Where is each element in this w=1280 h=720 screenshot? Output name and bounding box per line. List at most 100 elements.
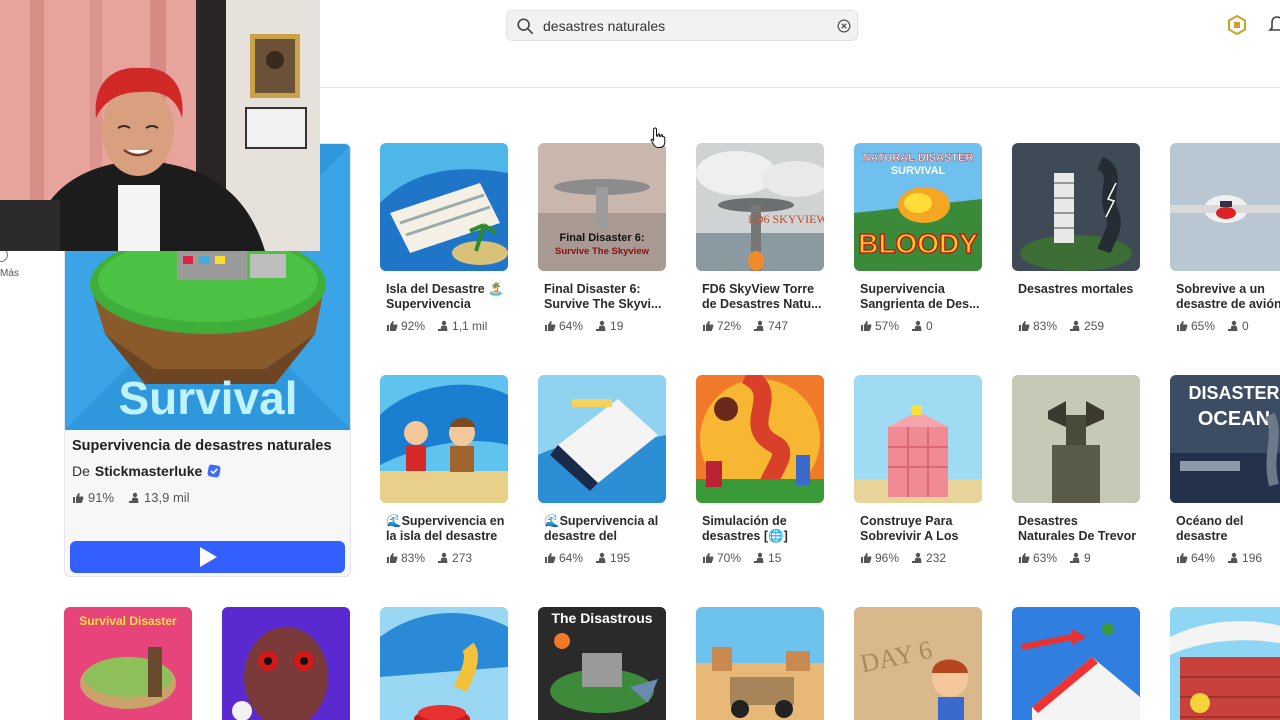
game-card[interactable] — [696, 607, 824, 720]
game-card[interactable] — [1012, 607, 1140, 720]
players-icon — [129, 492, 139, 503]
game-stats: 63% 9 — [1018, 551, 1091, 565]
game-thumbnail[interactable] — [1012, 143, 1140, 271]
game-players: 15 — [768, 551, 782, 565]
game-title[interactable]: Sobrevive a un desastre de avión — [1176, 282, 1280, 312]
game-rating: 64% — [1191, 551, 1216, 565]
game-card[interactable]: Final Disaster 6: Survive The Skyview Fin… — [538, 143, 666, 343]
game-stats: 83% 259 — [1018, 319, 1104, 333]
players-icon — [596, 552, 606, 563]
game-title[interactable]: Desastres Naturales De Trevor — [1018, 514, 1138, 544]
game-players: 232 — [926, 551, 947, 565]
game-title[interactable]: Simulación de desastres [🌐] — [702, 514, 822, 544]
game-thumbnail[interactable] — [1170, 143, 1280, 271]
bell-icon[interactable] — [1268, 15, 1280, 35]
game-thumbnail[interactable] — [696, 607, 824, 720]
game-card[interactable] — [380, 607, 508, 720]
game-card[interactable]: NATURAL DISASTER SURVIVAL BLOODY Supervive… — [854, 143, 982, 343]
game-rating: 83% — [401, 551, 426, 565]
game-players: 1,1 mil — [452, 319, 488, 333]
thumbnail-text: Survival Disaster — [79, 614, 177, 628]
play-icon — [199, 547, 217, 567]
thumbs-up-icon — [545, 321, 556, 331]
game-title[interactable]: Isla del Desastre 🏝️ Supervivencia — [386, 282, 506, 312]
thumbnail-text: Final Disaster 6: — [560, 232, 645, 244]
thumbnail-text: NATURAL DISASTER — [863, 152, 974, 164]
players-icon — [912, 552, 922, 563]
game-card[interactable]: Desastres mortales 83% 259 — [1012, 143, 1140, 343]
game-thumbnail[interactable] — [1012, 607, 1140, 720]
clear-icon[interactable] — [835, 17, 853, 35]
game-thumbnail[interactable]: DAY 6 — [854, 607, 982, 720]
search-input[interactable] — [543, 17, 823, 34]
thumbs-up-icon — [1177, 321, 1188, 331]
game-thumbnail[interactable] — [380, 607, 508, 720]
thumbnail-text: FD6 SKYVIEW — [748, 212, 824, 226]
game-thumbnail[interactable] — [854, 375, 982, 503]
game-card[interactable]: DISASTER OCEAN Océano del desastre 64% 19… — [1170, 375, 1280, 575]
search-bar[interactable] — [506, 10, 858, 41]
game-thumbnail[interactable]: NATURAL DISASTER SURVIVAL BLOODY — [854, 143, 982, 271]
game-title[interactable]: 🌊Supervivencia al desastre del tsuna... — [544, 514, 664, 544]
game-card[interactable]: FD6 SKYVIEW FD6 SkyView Torre de Desastr… — [696, 143, 824, 343]
game-thumbnail[interactable] — [380, 375, 508, 503]
game-stats: 92% 1,1 mil — [386, 319, 487, 333]
game-card[interactable]: Survival Disaster — [64, 607, 192, 720]
thumbnail-text: SURVIVAL — [891, 165, 946, 177]
game-title[interactable]: FD6 SkyView Torre de Desastres Natu... — [702, 282, 822, 312]
thumbnail-text: The Disastrous — [551, 610, 652, 626]
game-card[interactable]: The Disastrous — [538, 607, 666, 720]
game-title[interactable]: Construye Para Sobrevivir A Los D... — [860, 514, 980, 544]
featured-stats: 91% 13,9 mil — [72, 490, 190, 505]
thumbnail-text: DISASTER — [1188, 383, 1279, 403]
game-card[interactable]: Simulación de desastres [🌐] 70% 15 — [696, 375, 824, 575]
game-thumbnail[interactable] — [380, 143, 508, 271]
game-thumbnail[interactable] — [1012, 375, 1140, 503]
sidebar-item-more[interactable]: Más — [0, 268, 19, 279]
thumbs-up-icon — [545, 553, 556, 563]
thumbs-up-icon — [1019, 553, 1030, 563]
webcam-overlay — [0, 0, 320, 251]
game-title[interactable]: Supervivencia Sangrienta de Des... — [860, 282, 980, 312]
thumbnail-text: BLOODY — [858, 228, 978, 259]
game-thumbnail[interactable] — [1170, 607, 1280, 720]
game-players: 259 — [1084, 319, 1105, 333]
game-card[interactable]: DAY 6 — [854, 607, 982, 720]
game-card[interactable]: 🌊Supervivencia al desastre del tsuna... … — [538, 375, 666, 575]
game-thumbnail[interactable]: The Disastrous — [538, 607, 666, 720]
players-icon — [1228, 320, 1238, 331]
game-thumbnail[interactable]: Final Disaster 6: Survive The Skyview — [538, 143, 666, 271]
game-card[interactable]: 🌊Supervivencia en la isla del desastre 8… — [380, 375, 508, 575]
game-stats: 64% 19 — [544, 319, 623, 333]
game-thumbnail[interactable] — [696, 375, 824, 503]
creator-link[interactable]: Stickmasterluke — [95, 463, 202, 479]
game-stats: 72% 747 — [702, 319, 788, 333]
game-card[interactable]: Isla del Desastre 🏝️ Supervivencia 92% 1… — [380, 143, 508, 343]
robux-icon[interactable] — [1227, 15, 1247, 35]
game-thumbnail[interactable]: FD6 SKYVIEW — [696, 143, 824, 271]
game-rating: 70% — [717, 551, 742, 565]
game-card[interactable] — [222, 607, 350, 720]
game-card[interactable] — [1170, 607, 1280, 720]
game-thumbnail[interactable] — [538, 375, 666, 503]
game-title[interactable]: Desastres mortales — [1018, 282, 1138, 312]
play-button[interactable] — [70, 541, 345, 573]
players-icon — [1070, 552, 1080, 563]
game-title[interactable]: Océano del desastre — [1176, 514, 1280, 544]
game-thumbnail[interactable]: DISASTER OCEAN — [1170, 375, 1280, 503]
thumbnail-text: Survive The Skyview — [555, 246, 650, 257]
game-thumbnail[interactable] — [222, 607, 350, 720]
game-rating: 64% — [559, 319, 584, 333]
players-icon — [438, 552, 448, 563]
featured-game-title[interactable]: Supervivencia de desastres naturales — [72, 438, 332, 454]
thumbs-up-icon — [861, 553, 872, 563]
game-rating: 92% — [401, 319, 426, 333]
game-card[interactable]: Desastres Naturales De Trevor 63% 9 — [1012, 375, 1140, 575]
game-card[interactable]: Sobrevive a un desastre de avión 65% 0 — [1170, 143, 1280, 343]
game-card[interactable]: Construye Para Sobrevivir A Los D... 96%… — [854, 375, 982, 575]
game-rating: 64% — [559, 551, 584, 565]
game-thumbnail[interactable]: Survival Disaster — [64, 607, 192, 720]
game-title[interactable]: Final Disaster 6: Survive The Skyvi... — [544, 282, 664, 312]
thumbs-up-icon — [387, 321, 398, 331]
game-title[interactable]: 🌊Supervivencia en la isla del desastre — [386, 514, 506, 544]
